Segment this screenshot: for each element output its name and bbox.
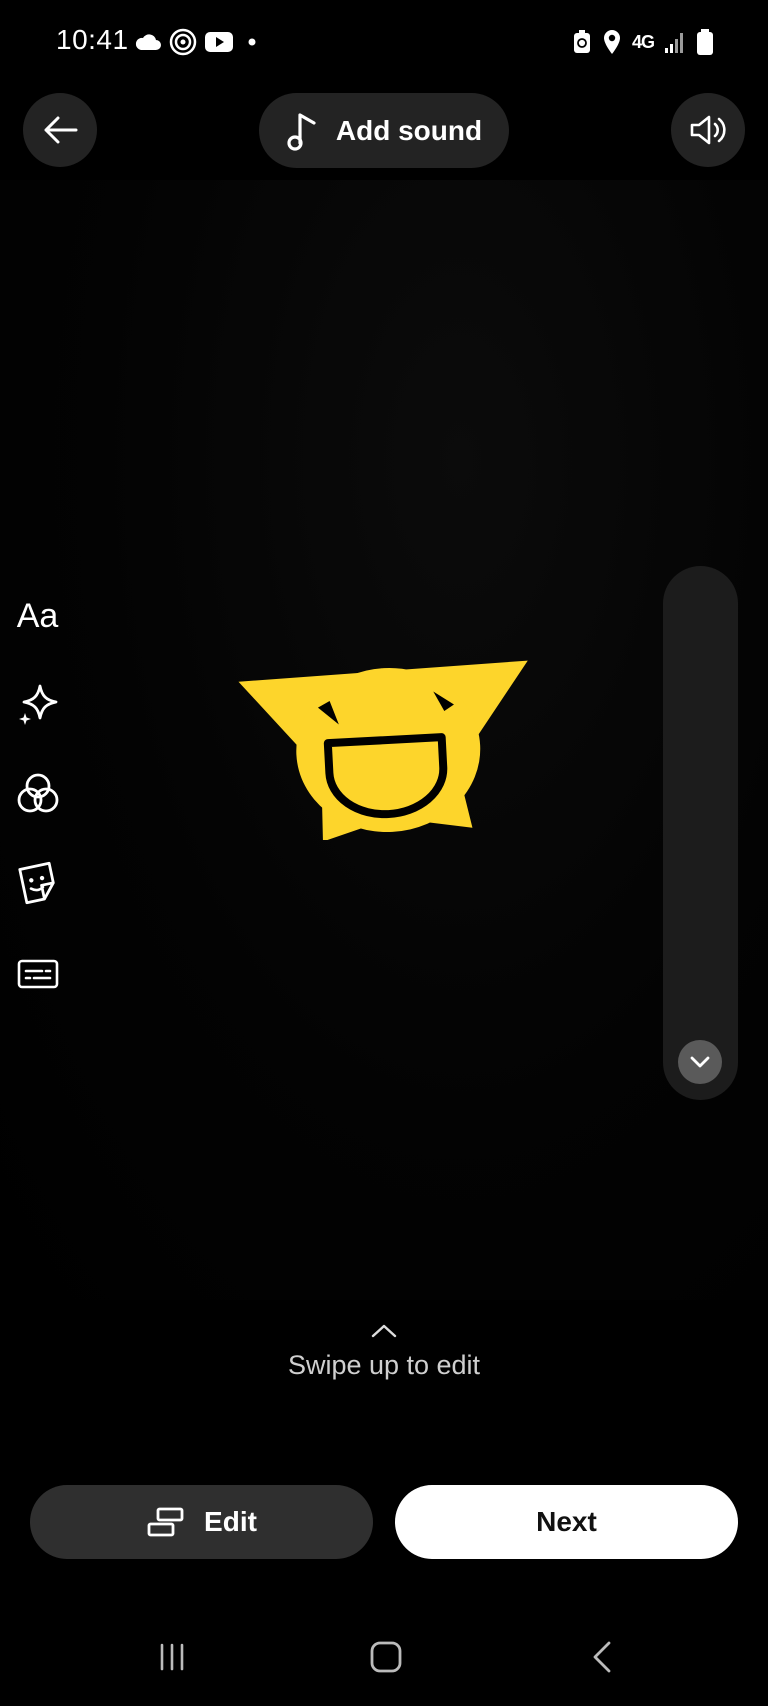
music-note-icon: [287, 112, 316, 151]
back-button[interactable]: [23, 93, 97, 167]
next-label: Next: [536, 1506, 597, 1537]
recent-apps-button[interactable]: [142, 1632, 202, 1682]
next-button[interactable]: Next: [395, 1485, 738, 1559]
swipe-up-hint[interactable]: Swipe up to edit: [0, 1322, 768, 1381]
arrow-left-icon: [44, 116, 78, 144]
chevron-down-icon: [690, 1056, 710, 1068]
location-icon: [603, 30, 620, 54]
chevron-up-icon: [371, 1324, 397, 1338]
more-tools-button[interactable]: [678, 1040, 722, 1084]
effects-tool-button[interactable]: [0, 674, 75, 734]
add-sound-label: Add sound: [335, 114, 483, 146]
back-icon: [593, 1641, 611, 1673]
home-icon: [370, 1641, 402, 1673]
yellow-star-face-sticker[interactable]: [236, 650, 540, 840]
battery-saver-icon: [573, 30, 590, 53]
status-system-icons: 4G: [572, 26, 714, 58]
add-sound-button[interactable]: Add sound: [259, 93, 509, 168]
status-notification-icons: [134, 27, 260, 57]
sticker-icon: [17, 861, 55, 905]
volume-button[interactable]: [671, 93, 745, 167]
sticker-tool-button[interactable]: [0, 853, 75, 913]
battery-icon: [697, 29, 713, 55]
system-nav-bar: [0, 1620, 768, 1706]
home-button[interactable]: [356, 1632, 416, 1682]
captions-icon: [17, 959, 58, 989]
speaker-icon: [690, 115, 726, 145]
signal-icon: [665, 33, 683, 53]
threads-icon: [169, 28, 197, 56]
nav-back-button[interactable]: [572, 1632, 632, 1682]
captions-tool-button[interactable]: [0, 944, 75, 1004]
sparkle-effects-icon: [18, 684, 57, 725]
text-tool-button[interactable]: Aa: [0, 586, 75, 646]
edit-button[interactable]: Edit: [30, 1485, 373, 1559]
tool-rail: [663, 566, 738, 1100]
filters-icon: [17, 773, 58, 813]
edit-layers-icon: [147, 1507, 184, 1537]
status-bar: 10:41 4G: [0, 0, 768, 86]
edit-label: Edit: [204, 1506, 257, 1537]
youtube-icon: [205, 32, 233, 52]
swipe-up-label: Swipe up to edit: [287, 1350, 481, 1380]
dot-icon: [248, 38, 256, 46]
cloud-icon: [135, 34, 161, 50]
status-time: 10:41: [56, 24, 129, 55]
recent-apps-icon: [160, 1643, 184, 1671]
text-icon: Aa: [16, 596, 59, 635]
network-type: 4G: [631, 31, 655, 52]
filters-tool-button[interactable]: [0, 764, 75, 824]
